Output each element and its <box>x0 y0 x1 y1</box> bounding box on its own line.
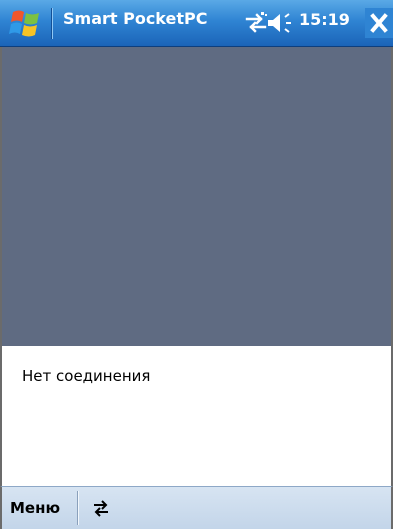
view-panel <box>2 47 391 346</box>
menu-softkey[interactable]: Меню <box>10 499 60 517</box>
start-button[interactable] <box>8 6 44 40</box>
input-panel-arrows-icon <box>94 500 108 517</box>
title-bar: Smart PocketPC 15:19 <box>0 0 393 47</box>
menu-divider <box>77 491 79 525</box>
close-x-icon <box>365 8 393 38</box>
speaker-volume-icon <box>268 13 291 33</box>
pocketpc-screen: Smart PocketPC 15:19 Нет соединения Меню <box>0 0 393 529</box>
windows-flag-icon <box>9 10 39 37</box>
volume-icon[interactable] <box>265 10 297 36</box>
main-content: Нет соединения <box>0 47 393 486</box>
app-title: Smart PocketPC <box>63 9 208 28</box>
input-panel-button[interactable] <box>88 497 114 519</box>
menu-bar: Меню <box>0 486 393 529</box>
connection-status-text: Нет соединения <box>22 367 151 385</box>
close-button[interactable] <box>365 6 393 40</box>
clock[interactable]: 15:19 <box>299 10 350 29</box>
title-divider <box>51 8 53 39</box>
